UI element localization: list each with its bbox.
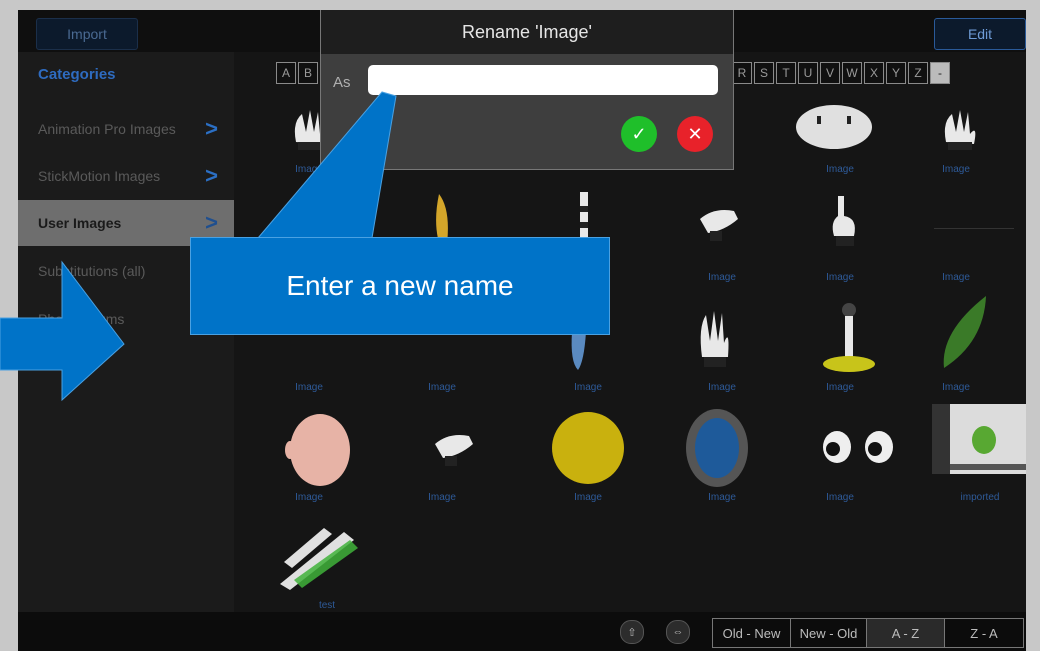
callout-box: Enter a new name bbox=[190, 237, 610, 335]
callout-pointer bbox=[256, 91, 397, 239]
arrow-right-icon bbox=[0, 260, 125, 402]
